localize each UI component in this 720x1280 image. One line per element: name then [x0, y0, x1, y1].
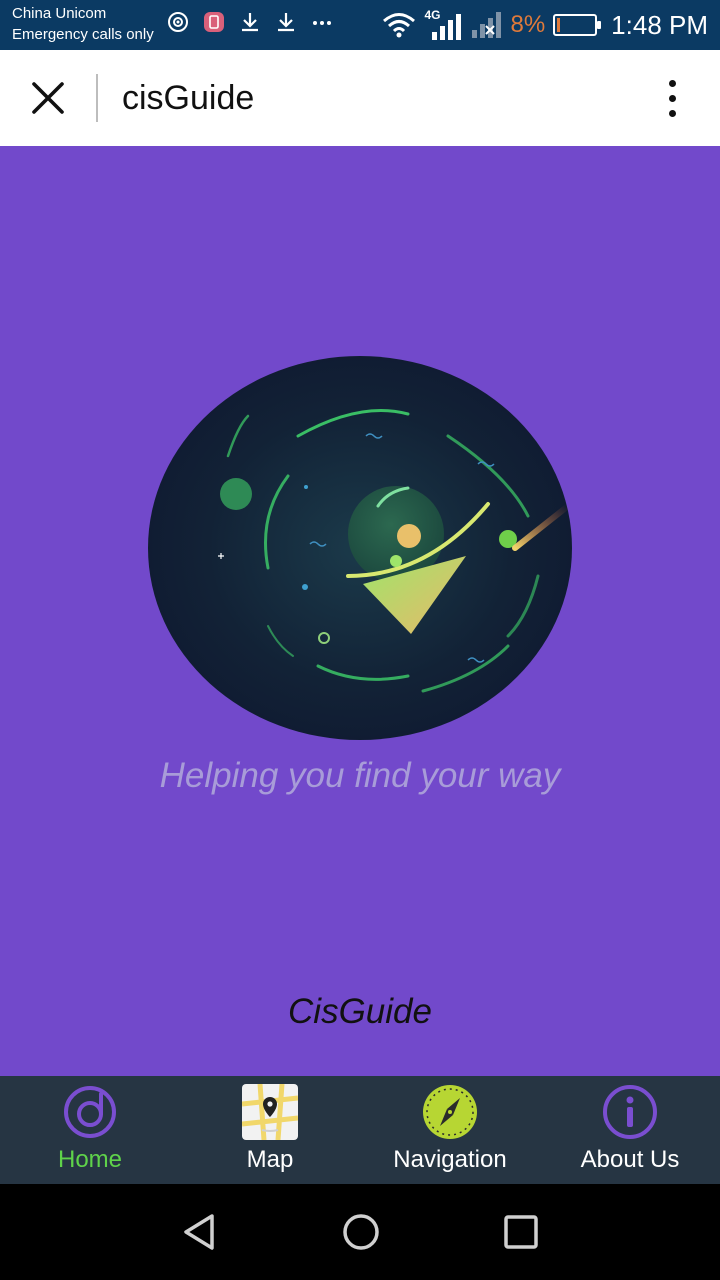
info-icon: [603, 1085, 657, 1139]
recents-icon[interactable]: [497, 1208, 545, 1256]
wifi-icon: [382, 13, 416, 38]
app-name-footer: CisGuide: [288, 992, 432, 1031]
hero-illustration: [148, 356, 572, 740]
system-navigation-bar: [0, 1184, 720, 1280]
back-icon[interactable]: [176, 1208, 224, 1256]
battery-icon: [553, 14, 602, 36]
notification-icons: [166, 10, 334, 34]
carrier-info: China Unicom Emergency calls only: [12, 3, 154, 45]
page-title: cisGuide: [122, 79, 255, 117]
download-icon: [238, 10, 262, 34]
nav-navigation[interactable]: Navigation: [360, 1076, 540, 1184]
close-icon: [32, 82, 64, 114]
compass-icon: [423, 1085, 477, 1139]
signal-no-sim-icon: [472, 12, 502, 38]
main-content: Helping you find your way CisGuide: [0, 146, 720, 1076]
clock: 1:48 PM: [611, 9, 708, 40]
battery-level: [557, 18, 561, 32]
more-notifications-icon: [310, 10, 334, 34]
carrier-status: Emergency calls only: [12, 26, 154, 43]
nav-about-us-label: About Us: [580, 1146, 680, 1173]
nav-home[interactable]: Home: [0, 1076, 180, 1184]
close-button[interactable]: [28, 78, 68, 118]
nav-about-us[interactable]: About Us: [540, 1076, 720, 1184]
nav-navigation-label: Navigation: [393, 1146, 507, 1173]
home-ring-icon: [64, 1086, 116, 1138]
status-bar: China Unicom Emergency calls only 4G 8% …: [0, 0, 720, 50]
app-bar-divider: [96, 74, 98, 122]
bottom-navigation: Home Map Navigation About Us: [0, 1076, 720, 1184]
carrier-name: China Unicom: [12, 5, 107, 22]
status-right: 4G 8% 1:48 PM: [382, 0, 708, 50]
tagline: Helping you find your way: [159, 756, 561, 795]
download-icon: [274, 10, 298, 34]
signal-4g-icon: 4G: [424, 8, 464, 42]
map-icon: [242, 1084, 298, 1140]
hotspot-icon: [166, 10, 190, 34]
more-vert-icon: [668, 79, 676, 87]
home-circle-icon[interactable]: [337, 1208, 385, 1256]
app-bar: cisGuide: [0, 50, 720, 146]
app-notification-icon: [202, 10, 226, 34]
nav-home-label: Home: [57, 1146, 123, 1173]
overflow-menu-button[interactable]: [650, 76, 694, 120]
nav-map[interactable]: Map: [180, 1076, 360, 1184]
battery-percent: 8%: [510, 11, 546, 38]
nav-map-label: Map: [246, 1146, 294, 1173]
